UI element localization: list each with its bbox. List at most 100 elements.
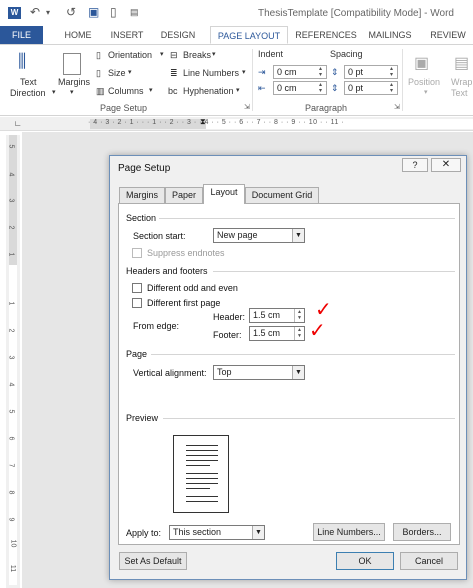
tab-paper[interactable]: Paper	[165, 187, 203, 203]
vertical-ruler[interactable]: 5 4 3 2 1 1 2 3 4 5 6 7 8 9 10 11	[6, 135, 20, 588]
different-odd-even-checkbox[interactable]	[132, 283, 142, 293]
preview-page-thumbnail	[173, 435, 229, 513]
chevron-down-icon[interactable]: ▼	[292, 366, 304, 379]
wrap-text-button[interactable]: Wrap	[451, 77, 472, 87]
text-direction-dropdown-icon[interactable]: ▾	[52, 88, 56, 96]
tab-selector-icon[interactable]: ∟	[14, 119, 22, 128]
header-spinner-icon[interactable]: ▲ ▼	[294, 309, 304, 322]
tab-home[interactable]: HOME	[60, 26, 96, 44]
size-button[interactable]: Size	[108, 68, 126, 78]
footer-distance-input[interactable]: 1.5 cm ▲ ▼	[249, 326, 305, 341]
vertical-alignment-select[interactable]: Top ▼	[213, 365, 305, 380]
vruler-number: 5	[7, 409, 15, 414]
preview-line	[186, 478, 218, 479]
columns-dropdown-icon[interactable]: ▾	[149, 86, 153, 94]
position-button[interactable]: Position	[408, 77, 440, 87]
breaks-button[interactable]: Breaks	[183, 50, 211, 60]
customize-quick-access-icon[interactable]: ▤	[130, 7, 139, 18]
ribbon-tabs: FILE HOME INSERT DESIGN PAGE LAYOUT REFE…	[0, 26, 473, 44]
spacing-after-icon: ⇕	[331, 83, 339, 93]
preview-heading: Preview	[126, 413, 159, 423]
tab-references[interactable]: REFERENCES	[294, 26, 358, 44]
tab-layout[interactable]: Layout	[203, 184, 245, 204]
cancel-button[interactable]: Cancel	[400, 552, 458, 570]
chevron-down-icon[interactable]: ▼	[252, 526, 264, 539]
margins-dropdown-icon[interactable]: ▾	[70, 88, 74, 96]
vertical-alignment-label: Vertical alignment:	[133, 368, 207, 378]
wrap-text-button-2[interactable]: Text	[451, 88, 468, 98]
apply-to-select[interactable]: This section ▼	[169, 525, 265, 540]
hyphenation-dropdown-icon[interactable]: ▾	[236, 86, 240, 94]
paragraph-launcher-icon[interactable]: ⇲	[394, 103, 400, 111]
suppress-endnotes-checkbox[interactable]	[132, 248, 142, 258]
vruler-number: 10	[9, 539, 17, 548]
redo-icon[interactable]: ↺	[66, 5, 76, 19]
tab-mailings[interactable]: MAILINGS	[364, 26, 416, 44]
vruler-number: 7	[7, 463, 15, 468]
chevron-down-icon[interactable]: ▼	[292, 229, 304, 242]
position-dropdown-icon[interactable]: ▾	[424, 88, 428, 96]
apply-to-label: Apply to:	[126, 528, 162, 538]
tab-document-grid[interactable]: Document Grid	[245, 187, 319, 203]
line-numbers-button[interactable]: Line Numbers	[183, 68, 239, 78]
size-dropdown-icon[interactable]: ▾	[128, 68, 132, 76]
orientation-dropdown-icon[interactable]: ▾	[160, 50, 164, 58]
text-direction-label-2[interactable]: Direction	[10, 88, 46, 98]
undo-dropdown-icon[interactable]: ▾	[46, 8, 50, 17]
orientation-button[interactable]: Orientation	[108, 50, 152, 60]
vruler-number: 3	[7, 355, 15, 360]
borders-button[interactable]: Borders...	[393, 523, 451, 541]
footer-spinner-icon[interactable]: ▲ ▼	[294, 327, 304, 340]
indent-left-icon: ⇥	[258, 67, 266, 77]
new-document-icon[interactable]: ▯	[110, 5, 117, 19]
section-divider	[159, 218, 455, 219]
tab-page-layout[interactable]: PAGE LAYOUT	[210, 26, 288, 44]
indent-right-input[interactable]: 0 cm	[273, 81, 327, 95]
columns-button[interactable]: Columns	[108, 86, 144, 96]
close-button[interactable]: ✕	[431, 158, 461, 172]
hyphenation-icon: bc	[168, 86, 178, 96]
preview-line	[186, 460, 218, 461]
line-numbers-icon: ≣	[170, 68, 178, 78]
tab-design[interactable]: DESIGN	[158, 26, 198, 44]
line-numbers-button[interactable]: Line Numbers...	[313, 523, 385, 541]
breaks-dropdown-icon[interactable]: ▾	[212, 50, 216, 58]
dialog-title: Page Setup	[118, 163, 171, 174]
ribbon-separator	[252, 49, 253, 111]
header-label: Header:	[213, 312, 246, 322]
tab-file[interactable]: FILE	[0, 26, 43, 44]
margins-button[interactable]: Margins	[58, 77, 90, 87]
vruler-number: 6	[7, 436, 15, 441]
vruler-number: 11	[9, 564, 17, 573]
hyphenation-button[interactable]: Hyphenation	[183, 86, 234, 96]
indent-left-input[interactable]: 0 cm	[273, 65, 327, 79]
save-icon[interactable]: ▣	[88, 5, 99, 19]
preview-line	[186, 445, 218, 446]
line-numbers-dropdown-icon[interactable]: ▾	[242, 68, 246, 76]
preview-line	[186, 455, 218, 456]
page-setup-launcher-icon[interactable]: ⇲	[244, 103, 250, 111]
ok-button[interactable]: OK	[336, 552, 394, 570]
vruler-number: 5	[7, 144, 15, 149]
vertical-alignment-value: Top	[217, 367, 232, 377]
title-bar: W ↶ ▾ ↺ ▣ ▯ ▤ ThesisTemplate [Compatibil…	[0, 0, 473, 26]
text-direction-label[interactable]: Text	[20, 77, 37, 87]
different-first-page-checkbox[interactable]	[132, 298, 142, 308]
undo-icon[interactable]: ↶	[30, 5, 40, 19]
header-distance-input[interactable]: 1.5 cm ▲ ▼	[249, 308, 305, 323]
tab-margins[interactable]: Margins	[119, 187, 165, 203]
preview-line	[186, 473, 218, 474]
set-as-default-button[interactable]: Set As Default	[119, 552, 187, 570]
spacing-after-input[interactable]: 0 pt	[344, 81, 398, 95]
different-first-page-label: Different first page	[147, 298, 221, 308]
horizontal-ruler[interactable]: ∟ · 4 · 3 · 2 · 1 · · · 1 · · 2 · · 3 · …	[0, 117, 473, 131]
help-button[interactable]: ?	[402, 158, 428, 172]
section-start-select[interactable]: New page ▼	[213, 228, 305, 243]
header-distance-value: 1.5 cm	[253, 310, 281, 320]
indent-right-icon: ⇤	[258, 83, 266, 93]
layout-panel: Section Section start: New page ▼ Suppre…	[118, 203, 460, 545]
tab-insert[interactable]: INSERT	[108, 26, 146, 44]
spacing-before-input[interactable]: 0 pt	[344, 65, 398, 79]
indent-marker-icon[interactable]: ⧗	[200, 117, 206, 127]
tab-review[interactable]: REVIEW	[426, 26, 470, 44]
